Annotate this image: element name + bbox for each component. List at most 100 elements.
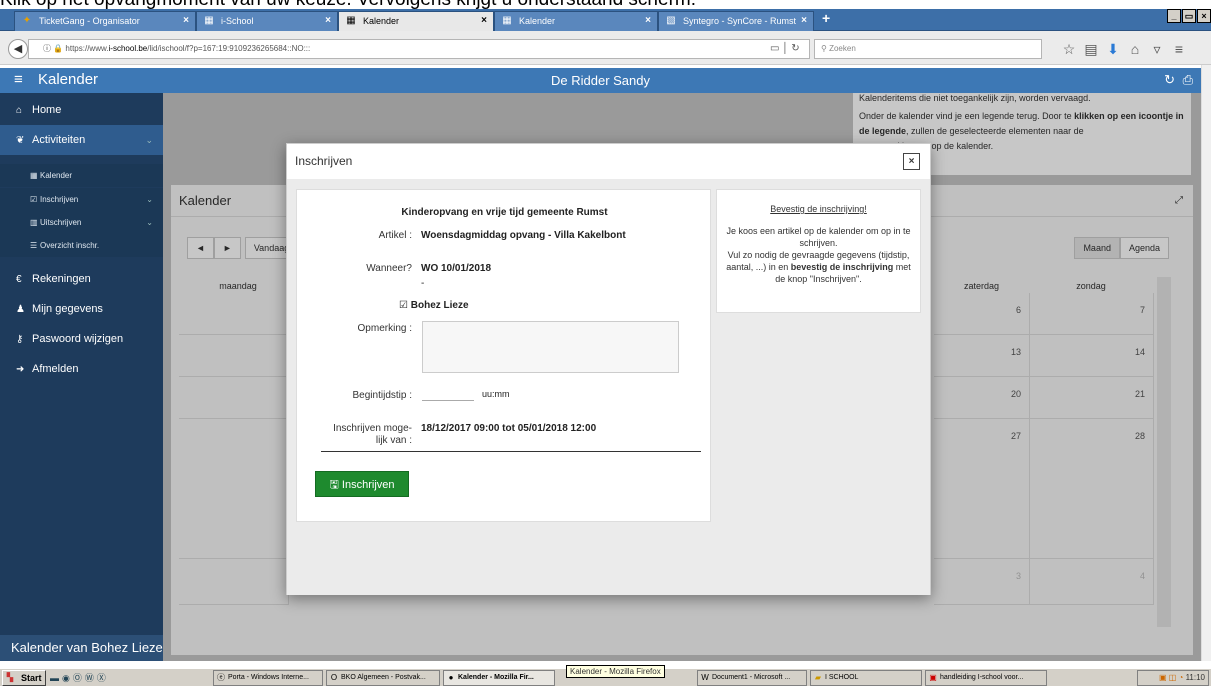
refresh-icon[interactable]: ↻: [1164, 72, 1175, 88]
close-icon[interactable]: ×: [903, 153, 920, 170]
app-header: ≡ Kalender De Ridder Sandy ↻ ⎙: [0, 68, 1201, 93]
divider: [321, 451, 701, 452]
taskbar-item[interactable]: O BKO Algemeen - Postvak...: [326, 670, 440, 686]
calendar-icon: ▦: [30, 171, 38, 180]
syntegro-icon: ▧: [666, 15, 676, 26]
taskbar-item[interactable]: ▣ handleiding I-school voor...: [925, 670, 1047, 686]
taskbar-item[interactable]: ⓔ Porta - Windows Interne...: [213, 670, 323, 686]
taskbar-item[interactable]: ▰ I SCHOOL: [810, 670, 922, 686]
list-icon: ☰: [30, 241, 38, 250]
opmerking-textarea[interactable]: [422, 321, 679, 373]
sidebar-item-home[interactable]: ⌂ Home: [0, 95, 163, 125]
download-icon[interactable]: ⬇: [1102, 39, 1124, 59]
school-icon: ▦: [204, 15, 214, 26]
url-bar[interactable]: ⓘ 🔒 https://www.i-school.be/lid/ischool/…: [28, 39, 810, 59]
document-caption: Klik op het opvangmoment van uw keuze. V…: [0, 0, 1211, 9]
tab-syntegro[interactable]: ▧ Syntegro - SynCore - Rumst ×: [658, 11, 814, 31]
restore-icon[interactable]: ▭: [1182, 9, 1196, 23]
new-tab-button[interactable]: +: [822, 10, 830, 26]
home-icon[interactable]: ⌂: [1124, 39, 1146, 59]
word-icon: W: [701, 673, 709, 682]
user-name: De Ridder Sandy: [551, 73, 650, 88]
close-tab-icon[interactable]: ×: [645, 12, 651, 30]
close-tab-icon[interactable]: ×: [325, 12, 331, 30]
begintijdstip-label: Begintijdstip :: [352, 390, 412, 401]
confirm-info-box: Bevestig de inschrijving! Je koos een ar…: [716, 189, 921, 313]
close-window-icon[interactable]: ×: [1197, 9, 1211, 23]
calendar-icon: ▦: [346, 15, 356, 26]
taskbar-item[interactable]: W Document1 - Microsoft ...: [697, 670, 807, 686]
window-controls: _ ▭ ×: [1166, 9, 1211, 25]
minimize-icon[interactable]: _: [1167, 9, 1181, 23]
dialog-title: Inschrijven: [295, 154, 353, 168]
save-icon: 🖫: [329, 479, 342, 491]
begintijdstip-input[interactable]: [422, 387, 474, 401]
sidebar-footer: Kalender van Bohez Lieze: [0, 635, 163, 661]
taskbar-item[interactable]: ● Kalender - Mozilla Fir...: [443, 670, 555, 686]
system-tray: ▣ ◫ ◔ 11:10: [1137, 670, 1209, 686]
taskbar-tooltip: Kalender - Mozilla Firefox: [566, 665, 665, 678]
inschrijven-mogelijk-value: 18/12/2017 09:00 tot 05/01/2018 12:00: [421, 423, 597, 434]
artikel-value: Woensdagmiddag opvang - Villa Kakelbont: [421, 230, 626, 241]
ticket-icon: ✦: [22, 15, 32, 26]
tab-kalender[interactable]: ▦ Kalender ×: [494, 11, 658, 31]
pdf-icon: ▣: [929, 673, 937, 682]
tab-kalender-active[interactable]: ▦ Kalender ×: [338, 11, 494, 31]
search-icon: ⚲: [821, 44, 830, 53]
info-lock-icon: ⓘ 🔒: [43, 44, 66, 53]
sidebar-item-rekeningen[interactable]: € Rekeningen: [0, 264, 163, 294]
sidebar-subitem-uitschrijven[interactable]: ▥ Uitschrijven ⌄: [0, 211, 163, 234]
registration-form: Kinderopvang en vrije tijd gemeente Rums…: [296, 189, 711, 522]
chevron-down-icon: ⌄: [146, 218, 153, 227]
menu-icon[interactable]: ≡: [1168, 39, 1190, 59]
firefox-icon: ●: [448, 673, 454, 682]
inschrijven-mogelijk-label: Inschrijven moge- lijk van :: [333, 423, 412, 446]
organisation-name: Kinderopvang en vrije tijd gemeente Rums…: [401, 207, 608, 218]
browser-tab-bar: ✦ TicketGang - Organisator × ▦ i-School …: [0, 9, 1211, 31]
chevron-down-icon: ⌄: [145, 135, 153, 145]
home-icon: ⌂: [16, 105, 23, 116]
search-input[interactable]: ⚲ Zoeken: [814, 39, 1042, 59]
sidebar-item-paswoord[interactable]: ⚷ Paswoord wijzigen: [0, 324, 163, 354]
dialog-body: Kinderopvang en vrije tijd gemeente Rums…: [287, 179, 930, 595]
print-icon[interactable]: ⎙: [1183, 72, 1193, 88]
sidebar: ⌂ Home ❦ Activiteiten ⌄ ▦ Kalender ☑ Inschrij…: [0, 93, 163, 661]
sidebar-item-mijn-gegevens[interactable]: ♟ Mijn gegevens: [0, 294, 163, 324]
user-icon: ♟: [16, 304, 25, 315]
pocket-icon[interactable]: ▿: [1146, 39, 1168, 59]
quick-launch[interactable]: ▬◉ⓄⓌⓍ: [50, 671, 109, 684]
sidebar-subitem-kalender[interactable]: ▦ Kalender: [0, 164, 163, 187]
tray-icons[interactable]: ▣ ◫ ◔: [1159, 673, 1186, 682]
sidebar-subitem-overzicht[interactable]: ☰ Overzicht inschr.: [0, 234, 163, 257]
close-tab-icon[interactable]: ×: [183, 12, 189, 30]
key-icon: ⚷: [16, 334, 24, 345]
inschrijven-button[interactable]: 🖫 Inschrijven: [315, 471, 409, 497]
start-button[interactable]: ▚ Start: [2, 670, 46, 686]
sidebar-item-activiteiten[interactable]: ❦ Activiteiten ⌄: [0, 125, 163, 155]
trash-icon: ▥: [30, 218, 38, 227]
outlook-icon: O: [330, 673, 338, 682]
bookmark-star-icon[interactable]: ☆: [1058, 39, 1080, 59]
checkbox-checked-icon: ☑: [399, 300, 408, 311]
sidebar-item-afmelden[interactable]: ➜ Afmelden: [0, 354, 163, 384]
close-tab-icon[interactable]: ×: [801, 12, 807, 30]
close-tab-icon[interactable]: ×: [481, 12, 487, 30]
back-button[interactable]: ◀: [8, 39, 28, 59]
tab-ticketgang[interactable]: ✦ TicketGang - Organisator ×: [14, 11, 196, 31]
sidebar-subitem-inschrijven[interactable]: ☑ Inschrijven ⌄: [0, 188, 163, 211]
windows-logo-icon: ▚: [6, 673, 14, 682]
page-scrollbar[interactable]: [1201, 65, 1211, 661]
folder-icon: ▰: [814, 673, 822, 682]
tab-i-school[interactable]: ▦ i-School ×: [196, 11, 338, 31]
wanneer-value: WO 10/01/2018: [421, 263, 492, 274]
opmerking-label: Opmerking :: [357, 323, 412, 334]
activities-icon: ❦: [16, 135, 25, 146]
child-checkbox[interactable]: ☑ Bohez Lieze: [399, 300, 469, 312]
calendar-icon: ▦: [502, 15, 512, 26]
bookmarks-list-icon[interactable]: ▤: [1080, 39, 1102, 59]
reader-view-icon[interactable]: ▭: [770, 43, 779, 54]
reload-icon[interactable]: ↻: [791, 43, 799, 54]
wanneer-label: Wanneer?: [366, 263, 412, 274]
time-format-hint: uu:mm: [482, 389, 510, 399]
check-icon: ☑: [30, 195, 38, 204]
